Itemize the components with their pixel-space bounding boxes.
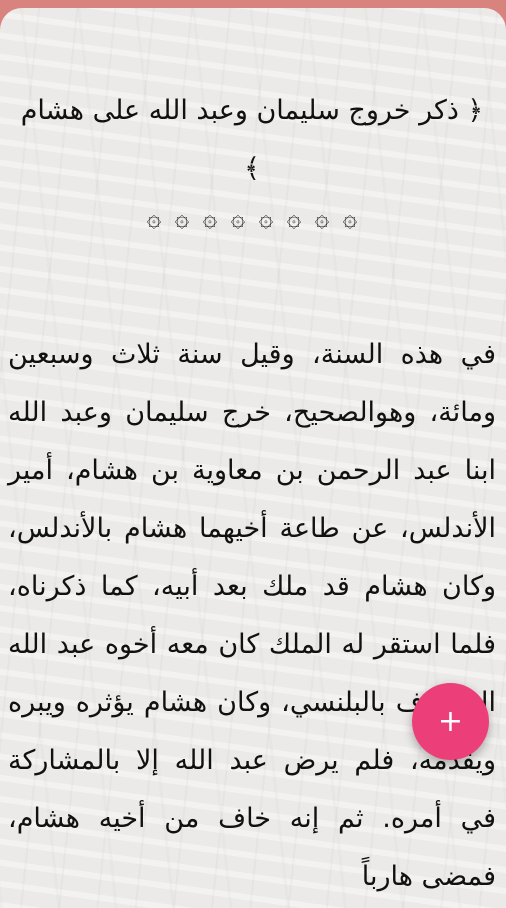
add-floating-button[interactable]: + <box>412 683 489 760</box>
chapter-title: ﴿ ذكر خروج سليمان وعبد الله على هشام ﴾ <box>20 95 484 184</box>
ornament-glyph: ۞ <box>202 203 218 232</box>
ornament-glyph: ۞ <box>258 203 274 232</box>
reader-content: ﴿ ذكر خروج سليمان وعبد الله على هشام ﴾ ۞… <box>8 8 496 906</box>
ornament-glyph: ۞ <box>146 203 162 232</box>
ornament-glyph: ۞ <box>286 203 302 232</box>
ornament-glyph: ۞ <box>230 203 246 232</box>
plus-icon: + <box>437 704 464 739</box>
chapter-body-text: في هذه السنة، وقيل سنة ثلاث وسبعين ومائة… <box>8 339 496 892</box>
ornament-glyph: ۞ <box>314 203 330 232</box>
ornament-divider: ۞ ۞ ۞ ۞ ۞ ۞ ۞ ۞ <box>8 198 496 238</box>
reader-page[interactable]: ﴿ ذكر خروج سليمان وعبد الله على هشام ﴾ ۞… <box>0 8 506 908</box>
ornament-glyph: ۞ <box>342 203 358 232</box>
ornament-glyph: ۞ <box>174 203 190 232</box>
